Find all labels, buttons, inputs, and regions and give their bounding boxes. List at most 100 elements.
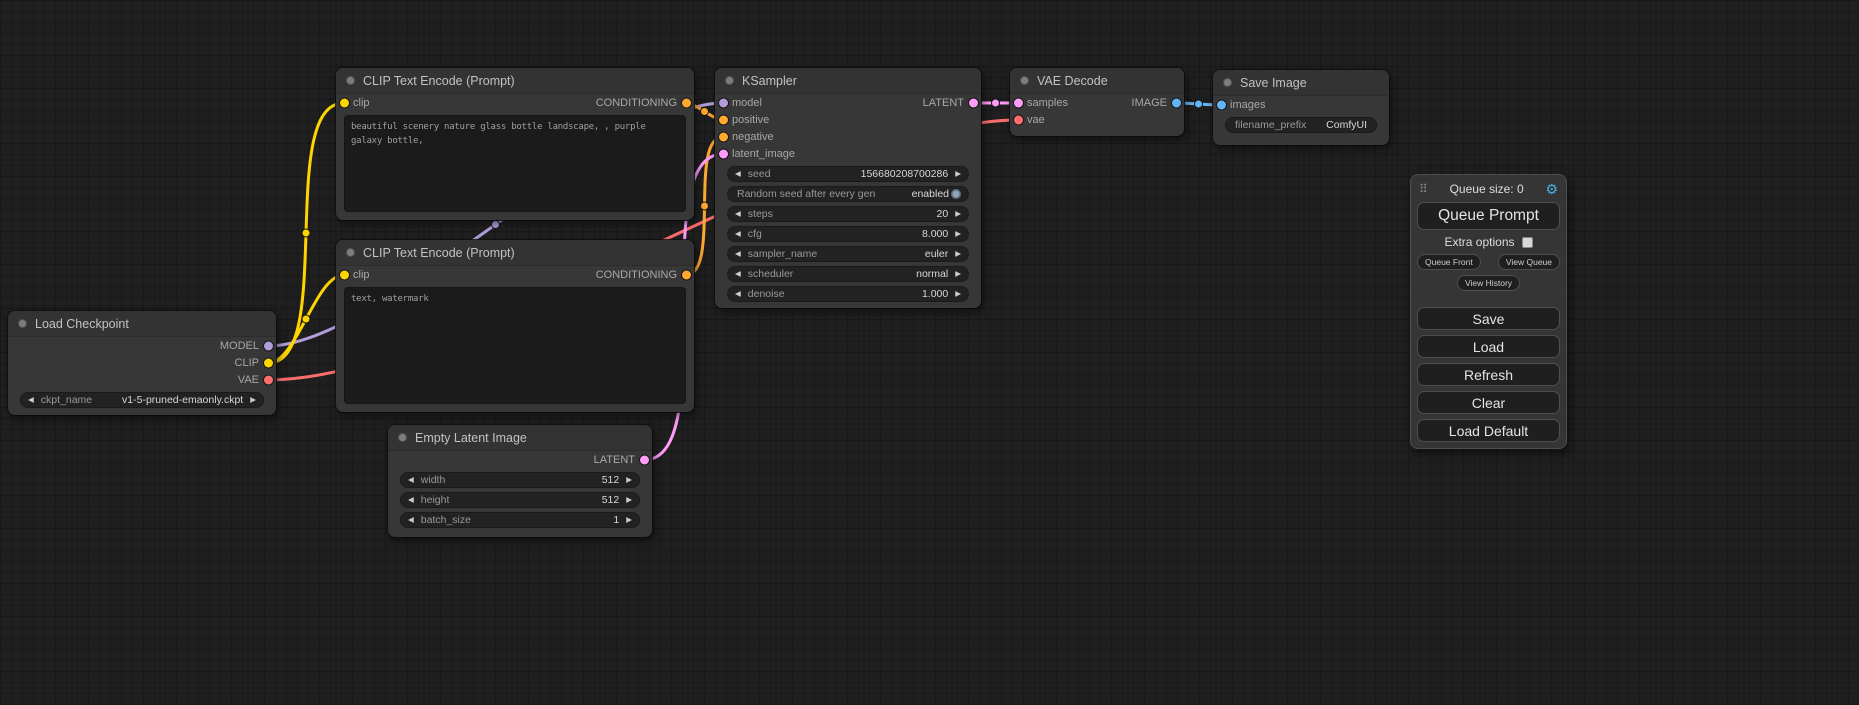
prompt-text-input[interactable]: text, watermark xyxy=(344,287,686,404)
collapse-dot-icon[interactable] xyxy=(346,248,355,257)
queue-prompt-button[interactable]: Queue Prompt xyxy=(1417,202,1560,230)
port-model-output[interactable] xyxy=(264,341,273,350)
widget-value: 20 xyxy=(937,208,949,220)
increment-arrow-icon[interactable]: ▶ xyxy=(626,496,632,504)
link-midpoint-dot xyxy=(701,108,709,116)
widget-cfg[interactable]: ◀ cfg 8.000 ▶ xyxy=(727,226,969,242)
decrement-arrow-icon[interactable]: ◀ xyxy=(408,516,414,524)
settings-gear-icon[interactable]: ⚙ xyxy=(1545,181,1558,198)
refresh-button[interactable]: Refresh xyxy=(1417,363,1560,386)
decrement-arrow-icon[interactable]: ◀ xyxy=(735,230,741,238)
load-default-button[interactable]: Load Default xyxy=(1417,419,1560,442)
widget-scheduler[interactable]: ◀ scheduler normal ▶ xyxy=(727,266,969,282)
node-load-checkpoint[interactable]: Load Checkpoint MODEL CLIP VAE ◀ ckpt_na… xyxy=(8,311,276,415)
decrement-arrow-icon[interactable]: ◀ xyxy=(735,210,741,218)
port-clip-input[interactable] xyxy=(340,98,349,107)
save-button[interactable]: Save xyxy=(1417,307,1560,330)
node-ksampler[interactable]: KSampler model LATENT positive negative … xyxy=(715,68,981,308)
clear-button[interactable]: Clear xyxy=(1417,391,1560,414)
port-model-input[interactable] xyxy=(719,98,728,107)
widget-sampler-name[interactable]: ◀ sampler_name euler ▶ xyxy=(727,246,969,262)
node-empty-latent-image[interactable]: Empty Latent Image LATENT ◀ width 512 ▶ … xyxy=(388,425,652,537)
drag-handle-icon[interactable]: ⠿ xyxy=(1419,182,1428,196)
toggle-knob-icon[interactable] xyxy=(951,189,961,199)
increment-arrow-icon[interactable]: ▶ xyxy=(626,516,632,524)
node-header[interactable]: Save Image xyxy=(1213,70,1389,96)
decrement-arrow-icon[interactable]: ◀ xyxy=(408,496,414,504)
widget-value: 512 xyxy=(602,494,620,506)
node-save-image[interactable]: Save Image images filename_prefix ComfyU… xyxy=(1213,70,1389,145)
port-samples-input[interactable] xyxy=(1014,98,1023,107)
port-images-input[interactable] xyxy=(1217,100,1226,109)
increment-arrow-icon[interactable]: ▶ xyxy=(955,290,961,298)
link-clip-to-positive-prompt xyxy=(268,103,344,363)
widget-name: width xyxy=(421,474,446,486)
widget-denoise[interactable]: ◀ denoise 1.000 ▶ xyxy=(727,286,969,302)
node-clip-text-encode-negative[interactable]: CLIP Text Encode (Prompt) clip CONDITION… xyxy=(336,240,694,412)
widget-value: 8.000 xyxy=(922,228,948,240)
port-negative-input[interactable] xyxy=(719,132,728,141)
port-conditioning-output[interactable] xyxy=(682,270,691,279)
decrement-arrow-icon[interactable]: ◀ xyxy=(735,290,741,298)
collapse-dot-icon[interactable] xyxy=(725,76,734,85)
collapse-dot-icon[interactable] xyxy=(1020,76,1029,85)
node-clip-text-encode-positive[interactable]: CLIP Text Encode (Prompt) clip CONDITION… xyxy=(336,68,694,220)
widget-random-seed-toggle[interactable]: Random seed after every gen enabled xyxy=(727,186,969,202)
link-midpoint-dot xyxy=(701,202,709,210)
port-clip-output[interactable] xyxy=(264,358,273,367)
increment-arrow-icon[interactable]: ▶ xyxy=(955,230,961,238)
widget-name: height xyxy=(421,494,450,506)
port-latent-image-input[interactable] xyxy=(719,149,728,158)
port-latent-output[interactable] xyxy=(969,98,978,107)
port-vae-output[interactable] xyxy=(264,375,273,384)
increment-arrow-icon[interactable]: ▶ xyxy=(955,170,961,178)
node-header[interactable]: Load Checkpoint xyxy=(8,311,276,337)
decrement-arrow-icon[interactable]: ◀ xyxy=(408,476,414,484)
decrement-arrow-icon[interactable]: ◀ xyxy=(735,270,741,278)
output-label-clip: CLIP xyxy=(235,357,259,369)
increment-arrow-icon[interactable]: ▶ xyxy=(626,476,632,484)
load-button[interactable]: Load xyxy=(1417,335,1560,358)
node-header[interactable]: VAE Decode xyxy=(1010,68,1184,94)
collapse-dot-icon[interactable] xyxy=(398,433,407,442)
collapse-dot-icon[interactable] xyxy=(346,76,355,85)
widget-ckpt-name[interactable]: ◀ ckpt_name v1-5-pruned-emaonly.ckpt ▶ xyxy=(20,392,264,408)
increment-arrow-icon[interactable]: ▶ xyxy=(955,210,961,218)
widget-value: 156680208700286 xyxy=(861,168,949,180)
increment-arrow-icon[interactable]: ▶ xyxy=(955,250,961,258)
extra-options-checkbox[interactable] xyxy=(1522,237,1533,248)
collapse-dot-icon[interactable] xyxy=(18,319,27,328)
node-header[interactable]: CLIP Text Encode (Prompt) xyxy=(336,68,694,94)
port-clip-input[interactable] xyxy=(340,270,349,279)
increment-arrow-icon[interactable]: ▶ xyxy=(250,396,256,404)
collapse-dot-icon[interactable] xyxy=(1223,78,1232,87)
queue-front-button[interactable]: Queue Front xyxy=(1417,254,1481,270)
decrement-arrow-icon[interactable]: ◀ xyxy=(28,396,34,404)
node-header[interactable]: KSampler xyxy=(715,68,981,94)
decrement-arrow-icon[interactable]: ◀ xyxy=(735,170,741,178)
prompt-text-input[interactable]: beautiful scenery nature glass bottle la… xyxy=(344,115,686,212)
node-title: VAE Decode xyxy=(1037,74,1108,88)
port-latent-output[interactable] xyxy=(640,455,649,464)
widget-steps[interactable]: ◀ steps 20 ▶ xyxy=(727,206,969,222)
port-positive-input[interactable] xyxy=(719,115,728,124)
widget-seed[interactable]: ◀ seed 156680208700286 ▶ xyxy=(727,166,969,182)
node-vae-decode[interactable]: VAE Decode samples IMAGE vae xyxy=(1010,68,1184,136)
output-label-conditioning: CONDITIONING xyxy=(596,97,677,109)
port-vae-input[interactable] xyxy=(1014,115,1023,124)
widget-filename-prefix[interactable]: filename_prefix ComfyUI xyxy=(1225,117,1377,133)
node-header[interactable]: CLIP Text Encode (Prompt) xyxy=(336,240,694,266)
widget-width[interactable]: ◀ width 512 ▶ xyxy=(400,472,640,488)
widget-name: filename_prefix xyxy=(1235,119,1306,131)
view-history-button[interactable]: View History xyxy=(1457,275,1520,291)
increment-arrow-icon[interactable]: ▶ xyxy=(955,270,961,278)
output-label-latent: LATENT xyxy=(594,454,635,466)
view-queue-button[interactable]: View Queue xyxy=(1498,254,1560,270)
widget-batch-size[interactable]: ◀ batch_size 1 ▶ xyxy=(400,512,640,528)
widget-height[interactable]: ◀ height 512 ▶ xyxy=(400,492,640,508)
port-conditioning-output[interactable] xyxy=(682,98,691,107)
graph-canvas[interactable]: { "icons": { "drag_handle": "⠿", "gear":… xyxy=(0,0,1859,705)
node-header[interactable]: Empty Latent Image xyxy=(388,425,652,451)
decrement-arrow-icon[interactable]: ◀ xyxy=(735,250,741,258)
port-image-output[interactable] xyxy=(1172,98,1181,107)
